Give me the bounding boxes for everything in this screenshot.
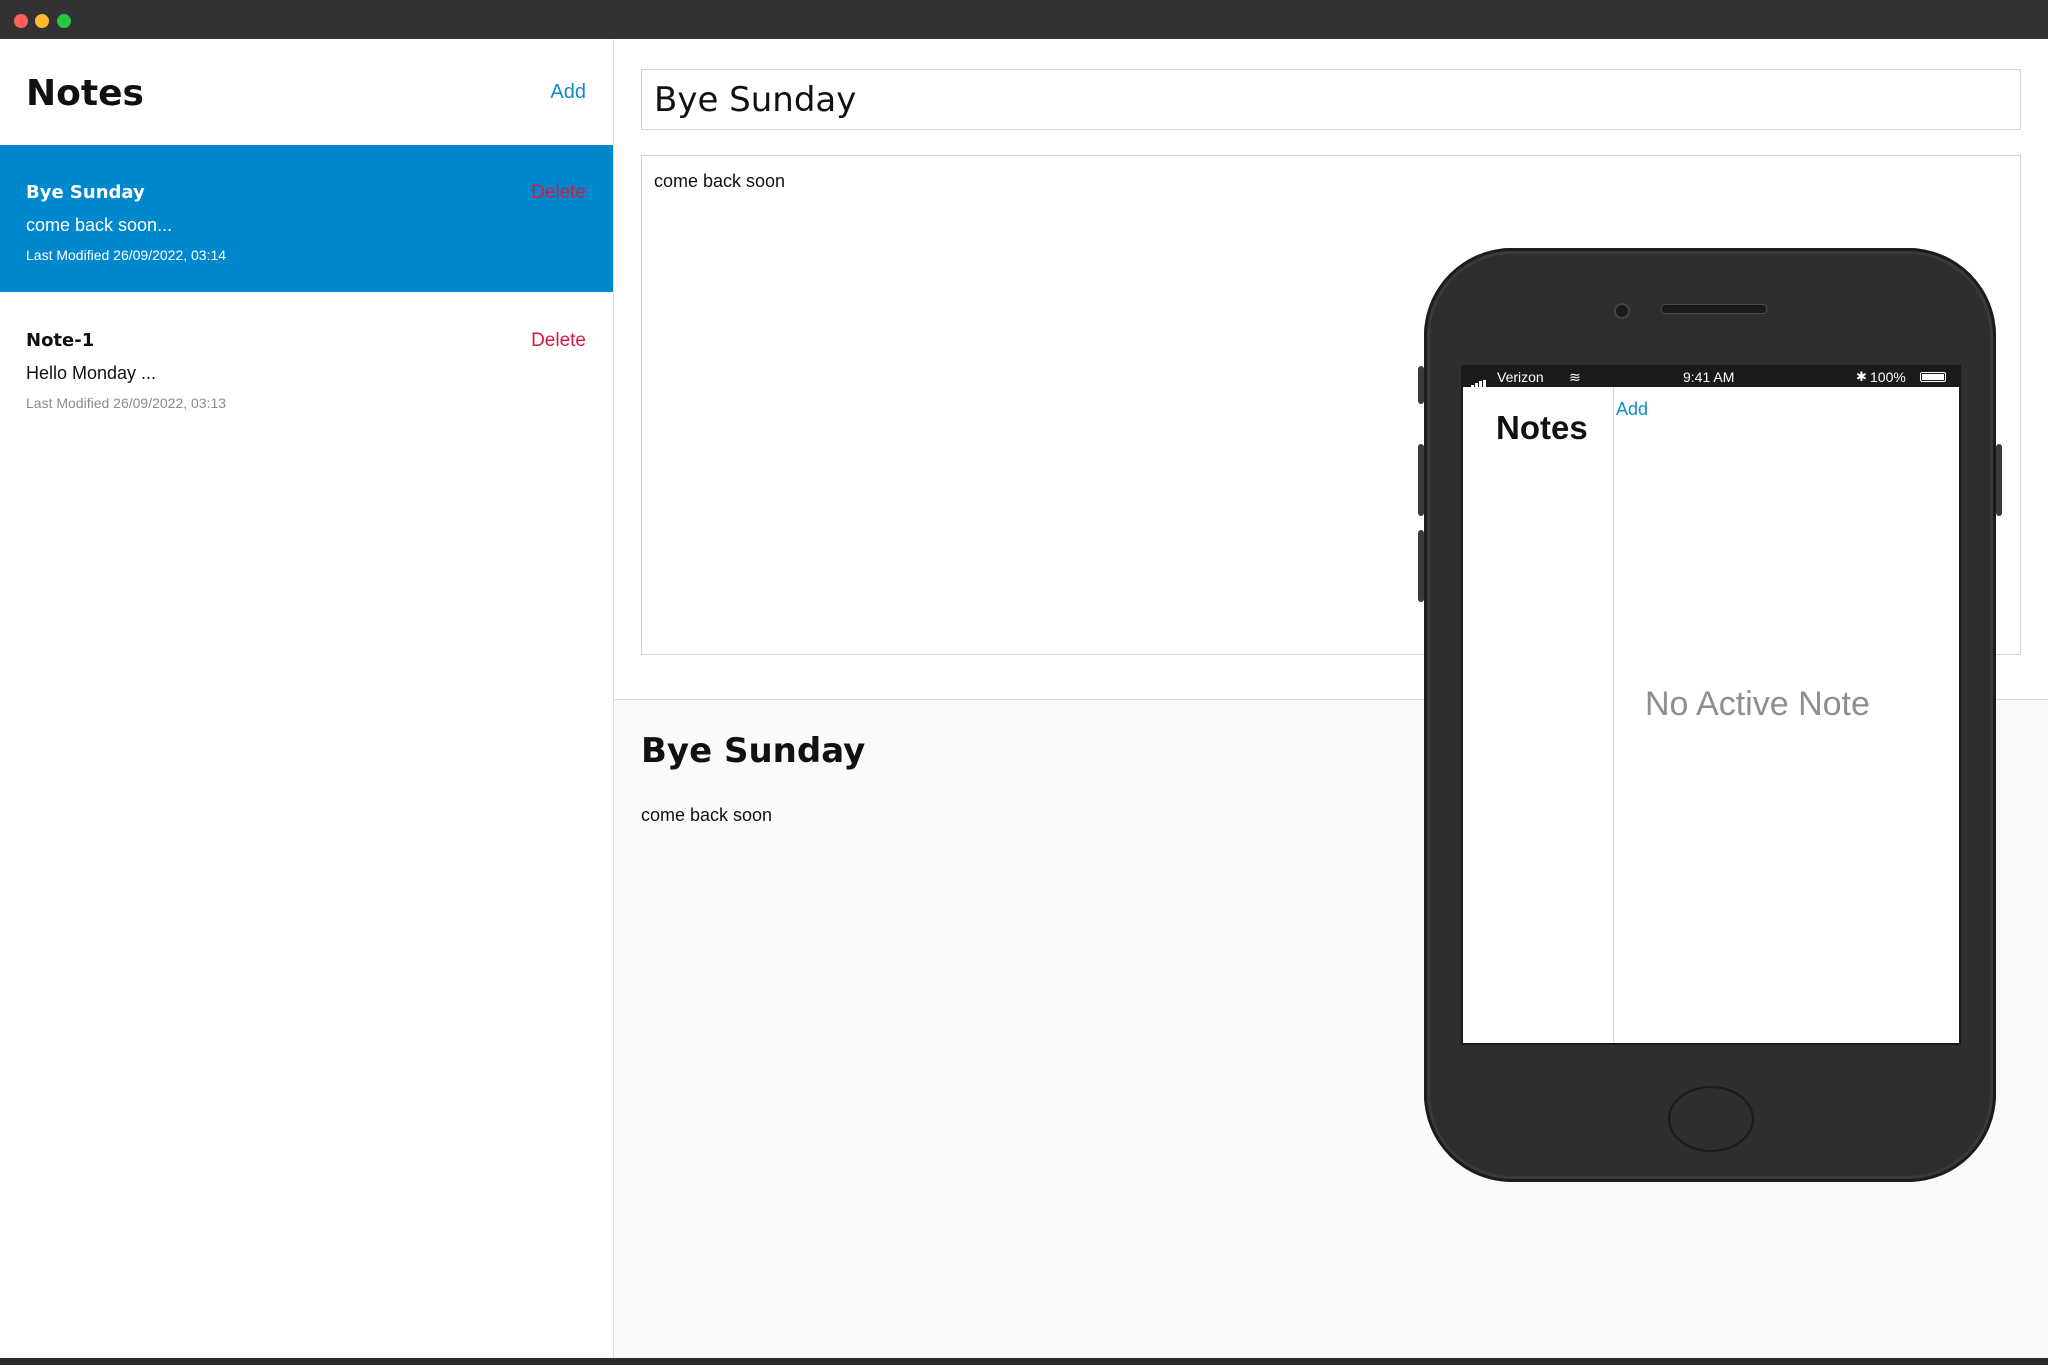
carrier-name: Verizon [1497,369,1544,385]
front-camera-icon [1614,303,1630,319]
phone-volume-down-button [1418,530,1424,602]
wifi-icon: ≋ [1569,369,1581,385]
note-preview: come back soon... [26,215,173,235]
preview-body: come back soon [641,805,773,825]
notes-sidebar: Notes Add Bye Sunday Delete come back so… [0,39,614,1358]
note-title: Bye Sunday [26,182,145,203]
note-title: Note-1 [26,330,95,351]
delete-note-button[interactable]: Delete [531,330,586,352]
phone-sidebar-title: Notes [1496,409,1588,446]
phone-status-bar: Verizon ≋ 9:41 AM ✱ 100% [1463,367,1959,389]
earpiece-speaker [1661,304,1767,314]
minimize-window-icon[interactable] [35,14,49,28]
window-titlebar [0,0,2048,39]
phone-mute-switch [1418,366,1424,404]
phone-power-button [1996,444,2002,516]
note-last-modified: Last Modified 26/09/2022, 03:14 [26,247,227,263]
phone-mockup: Verizon ≋ 9:41 AM ✱ 100% Notes Add No Ac… [1418,248,2002,1182]
phone-screen: Verizon ≋ 9:41 AM ✱ 100% Notes Add No Ac… [1461,365,1961,1045]
bluetooth-icon: ✱ [1856,369,1867,384]
note-preview: Hello Monday ... [26,363,157,383]
note-item-bye-sunday[interactable]: Bye Sunday Delete come back soon... Last… [0,145,613,292]
note-last-modified: Last Modified 26/09/2022, 03:13 [26,395,227,411]
add-note-button[interactable]: Add [550,81,586,104]
note-title-input[interactable] [641,69,2021,130]
phone-notes-sidebar: Notes [1463,387,1614,1043]
battery-percentage: 100% [1870,369,1906,385]
delete-note-button[interactable]: Delete [531,182,586,204]
status-time: 9:41 AM [1683,369,1735,385]
window-bottom-edge [0,1358,2048,1365]
close-window-icon[interactable] [14,14,28,28]
zoom-window-icon[interactable] [57,14,71,28]
preview-title: Bye Sunday [641,731,866,771]
sidebar-title: Notes [26,73,144,114]
phone-add-note-button[interactable]: Add [1616,399,1648,420]
home-button[interactable] [1668,1086,1754,1152]
no-active-note-message: No Active Note [1645,685,1870,723]
note-item-note-1[interactable]: Note-1 Delete Hello Monday ... Last Modi… [0,293,613,440]
phone-volume-up-button [1418,444,1424,516]
battery-icon [1920,372,1946,382]
